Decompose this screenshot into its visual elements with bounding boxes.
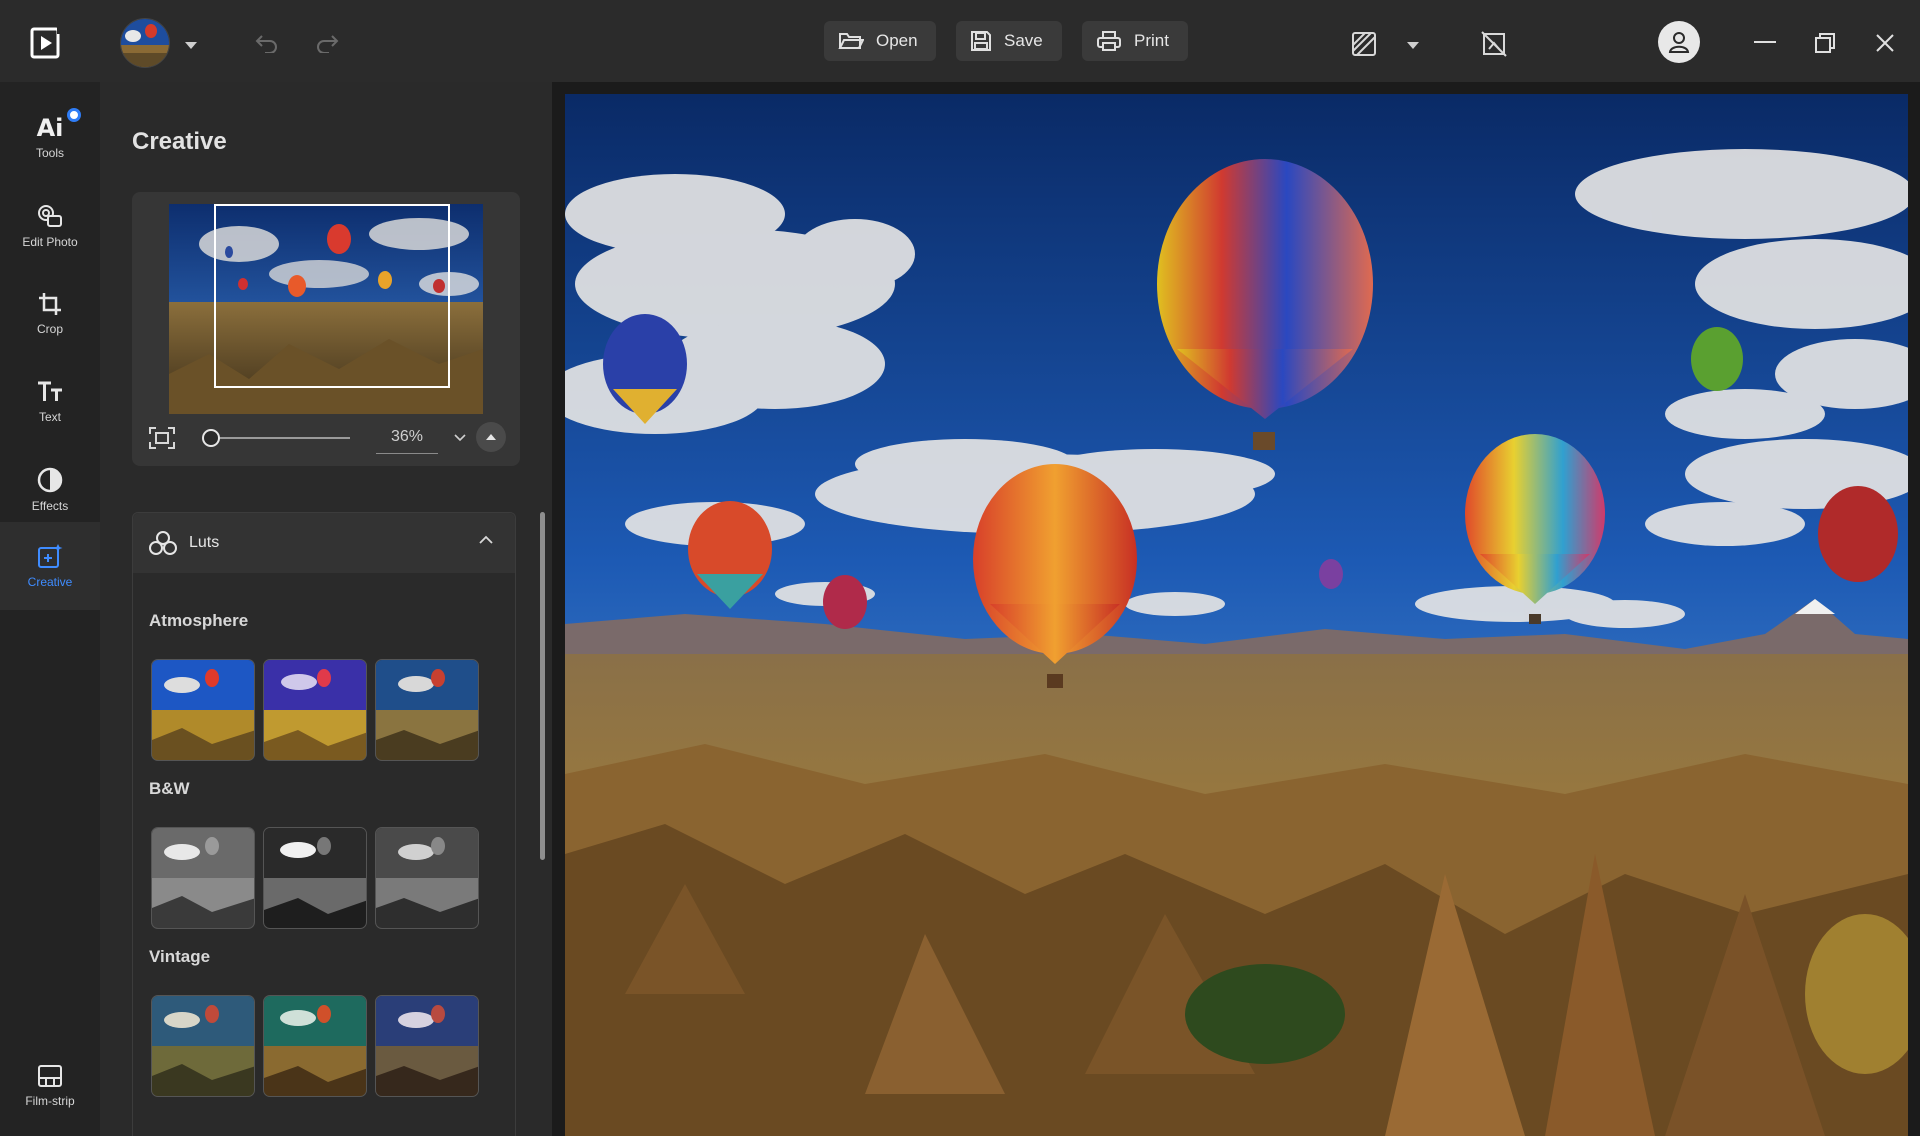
rail-item-text[interactable]: Text [0, 358, 100, 446]
navigator-preview[interactable] [169, 204, 483, 414]
rail-item-label: Tools [35, 146, 64, 160]
undo-icon[interactable] [252, 28, 282, 58]
film-strip-icon [38, 1065, 62, 1087]
rail-item-effects[interactable]: Effects [0, 446, 100, 534]
edit-photo-icon [38, 205, 62, 227]
image-canvas [552, 82, 1920, 1136]
panel-title: Creative [132, 128, 227, 155]
rail-item-label: Film-strip [25, 1094, 75, 1108]
luts-circles-icon [149, 531, 177, 555]
luts-header[interactable]: Luts [133, 513, 515, 573]
lut-section-bw: B&W [149, 779, 190, 798]
compare-view-chevron-down-icon[interactable] [1407, 42, 1419, 49]
lut-preset-bw-1[interactable] [151, 827, 255, 929]
crop-icon [39, 293, 61, 315]
navigator-viewport-rect[interactable] [214, 204, 450, 388]
printer-icon [1097, 31, 1121, 51]
save-label: Save [1004, 31, 1043, 50]
lut-preset-bw-3[interactable] [375, 827, 479, 929]
rail-item-label: Effects [31, 499, 69, 513]
lut-preset-vintage-1[interactable] [151, 995, 255, 1097]
rail-item-label: Edit Photo [22, 235, 78, 249]
lut-preset-atmosphere-2[interactable] [263, 659, 367, 761]
text-icon [38, 381, 62, 401]
zoom-chevron-down-icon[interactable] [450, 428, 470, 448]
zoom-slider-knob[interactable] [202, 429, 220, 447]
luts-section: Luts Atmosphere B&W Vintage [132, 512, 516, 1136]
rail-item-creative[interactable]: Creative [0, 522, 100, 610]
top-bar: Open Save Print [0, 0, 1920, 82]
lut-preset-vintage-2[interactable] [263, 995, 367, 1097]
open-button[interactable]: Open [824, 21, 936, 61]
rail-item-tools[interactable]: Ai Tools [0, 94, 100, 182]
lut-preset-vintage-3[interactable] [375, 995, 479, 1097]
rail-item-label: Creative [27, 575, 73, 589]
fit-to-screen-icon[interactable] [148, 424, 176, 452]
creative-icon [38, 544, 63, 568]
chevron-up-icon[interactable] [479, 535, 493, 544]
crop-toggle-off-icon[interactable] [1480, 30, 1508, 58]
user-account-icon[interactable] [1658, 21, 1700, 63]
notification-dot [67, 108, 81, 122]
restore-window-icon[interactable] [1810, 28, 1840, 58]
image-thumbnail-avatar[interactable] [120, 18, 170, 68]
tool-rail: Ai Tools Edit Photo Crop Text Effects Cr… [0, 82, 100, 1136]
save-disk-icon [971, 31, 991, 51]
close-icon[interactable] [1870, 28, 1900, 58]
rail-item-label: Text [38, 410, 61, 424]
rail-item-edit-photo[interactable]: Edit Photo [0, 182, 100, 270]
lut-section-vintage: Vintage [149, 947, 211, 966]
lut-preset-atmosphere-3[interactable] [375, 659, 479, 761]
rail-item-label: Crop [36, 322, 63, 336]
main-photo[interactable] [565, 94, 1908, 1136]
open-label: Open [876, 31, 918, 50]
print-label: Print [1134, 31, 1169, 50]
panel-scrollbar[interactable] [540, 512, 545, 860]
zoom-value-field[interactable]: 36% [376, 424, 438, 454]
redo-icon[interactable] [312, 28, 342, 58]
folder-open-icon [838, 33, 864, 49]
collapse-navigator-button[interactable] [476, 422, 506, 452]
triangle-up-icon [486, 434, 496, 440]
lut-preset-atmosphere-1[interactable] [151, 659, 255, 761]
app-logo-icon[interactable] [30, 25, 66, 61]
ai-icon: Ai [36, 114, 64, 142]
navigator-box: 36% [132, 192, 520, 466]
print-button[interactable]: Print [1082, 21, 1188, 61]
zoom-slider[interactable] [202, 429, 350, 447]
luts-title: Luts [189, 534, 220, 551]
lut-preset-bw-2[interactable] [263, 827, 367, 929]
compare-view-icon[interactable] [1350, 30, 1378, 58]
lut-section-atmosphere: Atmosphere [149, 611, 249, 630]
save-button[interactable]: Save [956, 21, 1062, 61]
effects-icon [37, 467, 63, 493]
creative-panel: Creative 36% Luts Atmosphere B&W Vintage [100, 82, 552, 1136]
image-menu-chevron-down-icon[interactable] [185, 42, 197, 49]
rail-item-crop[interactable]: Crop [0, 270, 100, 358]
rail-item-film-strip[interactable]: Film-strip [0, 1042, 100, 1130]
minimize-icon[interactable] [1750, 28, 1780, 58]
